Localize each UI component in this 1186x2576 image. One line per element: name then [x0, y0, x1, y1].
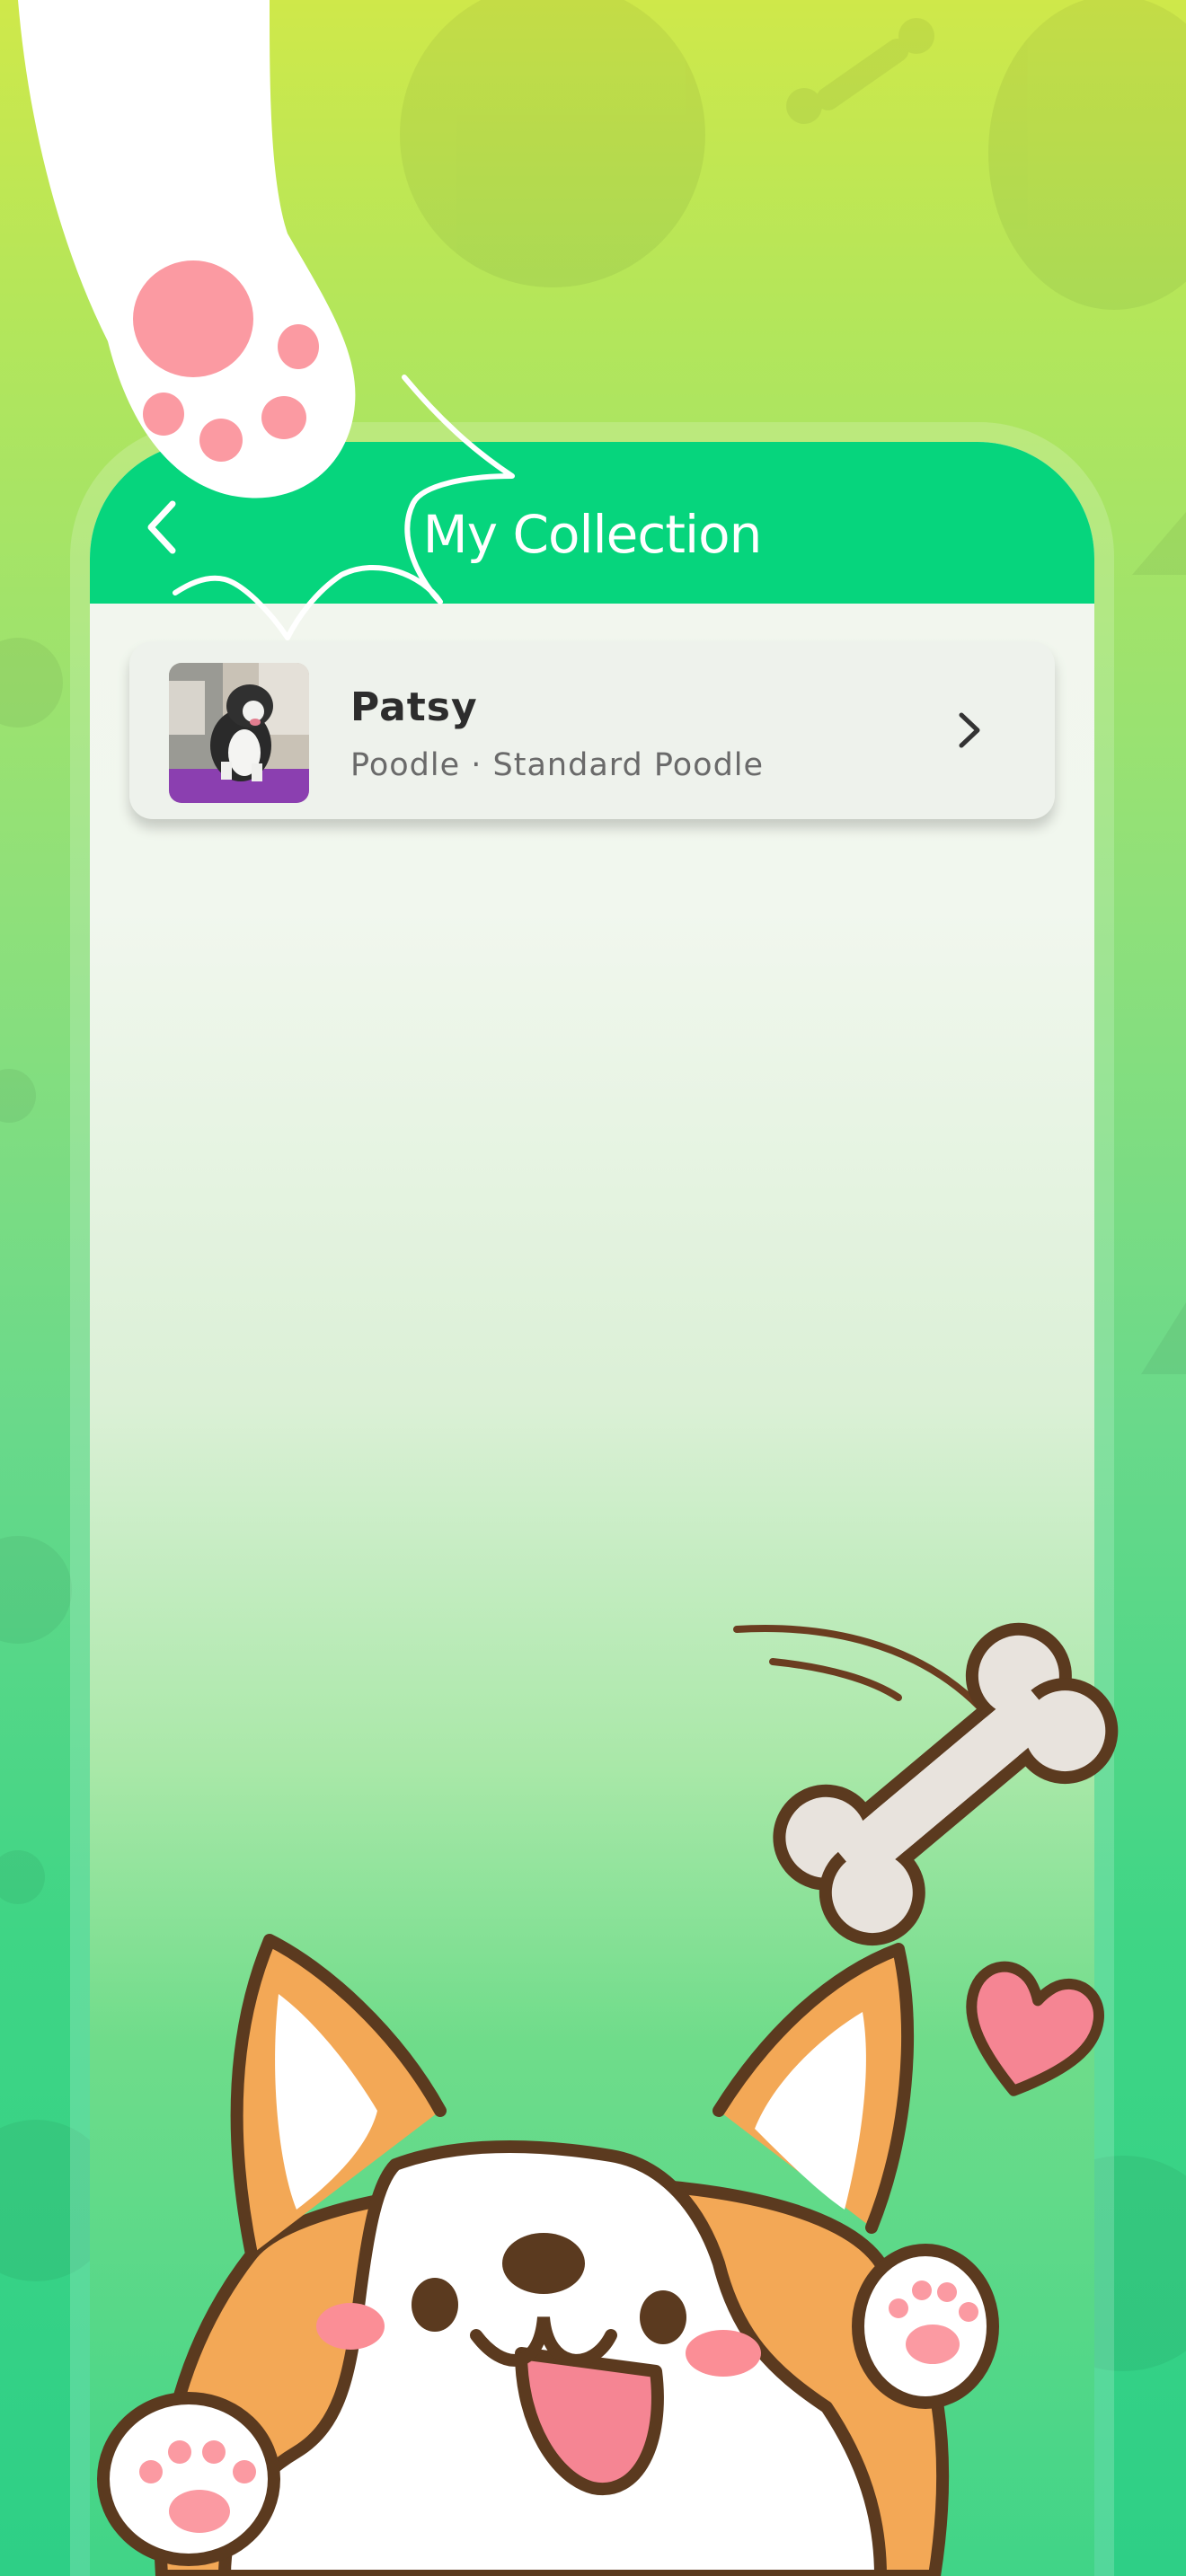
page-title: My Collection — [422, 504, 763, 565]
pet-name: Patsy — [350, 684, 478, 730]
corgi-illustration — [97, 1934, 999, 2576]
header-bar: My Collection — [90, 442, 1094, 604]
collection-list: Patsy Poodle · Standard Poodle — [129, 641, 1055, 819]
pet-photo — [169, 663, 309, 803]
pet-breed: Poodle · Standard Poodle — [350, 747, 765, 783]
chevron-right-icon — [959, 712, 980, 748]
list-item-patsy[interactable]: Patsy Poodle · Standard Poodle — [129, 641, 1055, 819]
